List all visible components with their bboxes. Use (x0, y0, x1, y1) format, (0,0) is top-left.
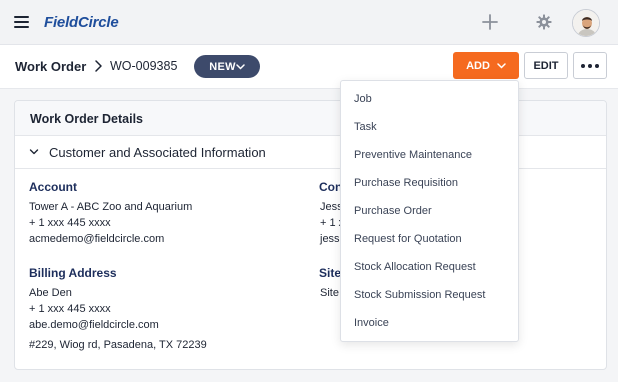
plus-icon[interactable] (482, 14, 498, 30)
billing-name: Abe Den (29, 287, 72, 299)
menu-item-invoice[interactable]: Invoice (354, 317, 389, 329)
site-name: Site (320, 287, 339, 299)
status-badge-label: NEW (209, 60, 236, 73)
billing-email: abe.demo@fieldcircle.com (29, 319, 159, 331)
chevron-right-icon (95, 60, 102, 72)
menu-item-preventive-maintenance[interactable]: Preventive Maintenance (354, 149, 472, 161)
more-dot-icon (588, 63, 592, 68)
section-title: Customer and Associated Information (49, 145, 266, 160)
menu-item-stock-submission-request[interactable]: Stock Submission Request (354, 289, 485, 301)
contact-email: jess (320, 233, 340, 245)
breadcrumb-work-order[interactable]: Work Order (15, 59, 86, 74)
menu-icon[interactable] (14, 16, 29, 28)
add-dropdown-menu: Job Task Preventive Maintenance Purchase… (340, 80, 519, 342)
site-heading: Site (319, 266, 342, 280)
billing-address-heading: Billing Address (29, 266, 117, 280)
more-options-button[interactable] (573, 52, 607, 79)
gear-icon[interactable] (536, 14, 552, 30)
account-phone: + 1 xxx 445 xxxx (29, 217, 111, 229)
edit-button[interactable]: EDIT (524, 52, 568, 79)
avatar[interactable] (572, 9, 600, 37)
billing-phone: + 1 xxx 445 xxxx (29, 303, 111, 315)
account-email: acmedemo@fieldcircle.com (29, 233, 165, 245)
breadcrumb: Work Order WO-009385 NEW ADD EDIT (0, 45, 618, 89)
chevron-down-icon (236, 63, 245, 70)
status-badge[interactable]: NEW (194, 55, 260, 78)
menu-item-stock-allocation-request[interactable]: Stock Allocation Request (354, 261, 476, 273)
menu-item-task[interactable]: Task (354, 121, 377, 133)
menu-item-purchase-requisition[interactable]: Purchase Requisition (354, 177, 458, 189)
contact-heading: Con (319, 180, 343, 194)
more-dot-icon (581, 63, 585, 68)
account-name: Tower A - ABC Zoo and Aquarium (29, 201, 193, 213)
work-order-id: WO-009385 (110, 59, 178, 73)
user-portrait-icon (573, 10, 599, 36)
menu-item-request-for-quotation[interactable]: Request for Quotation (354, 233, 462, 245)
account-heading: Account (29, 180, 77, 194)
billing-street: #229, Wiog rd, Pasadena, TX 72239 (29, 339, 207, 351)
card-title: Work Order Details (30, 112, 144, 126)
chevron-down-icon (497, 62, 506, 69)
more-dot-icon (595, 63, 599, 68)
app-logo[interactable]: FieldCircle (44, 14, 119, 31)
main-content: Work Order Details Customer and Associat… (0, 89, 618, 382)
chevron-down-icon (29, 149, 39, 155)
menu-item-job[interactable]: Job (354, 93, 372, 105)
menu-item-purchase-order[interactable]: Purchase Order (354, 205, 432, 217)
top-bar: FieldCircle (0, 0, 618, 45)
add-button-label: ADD (466, 59, 490, 72)
add-button[interactable]: ADD (453, 52, 519, 79)
